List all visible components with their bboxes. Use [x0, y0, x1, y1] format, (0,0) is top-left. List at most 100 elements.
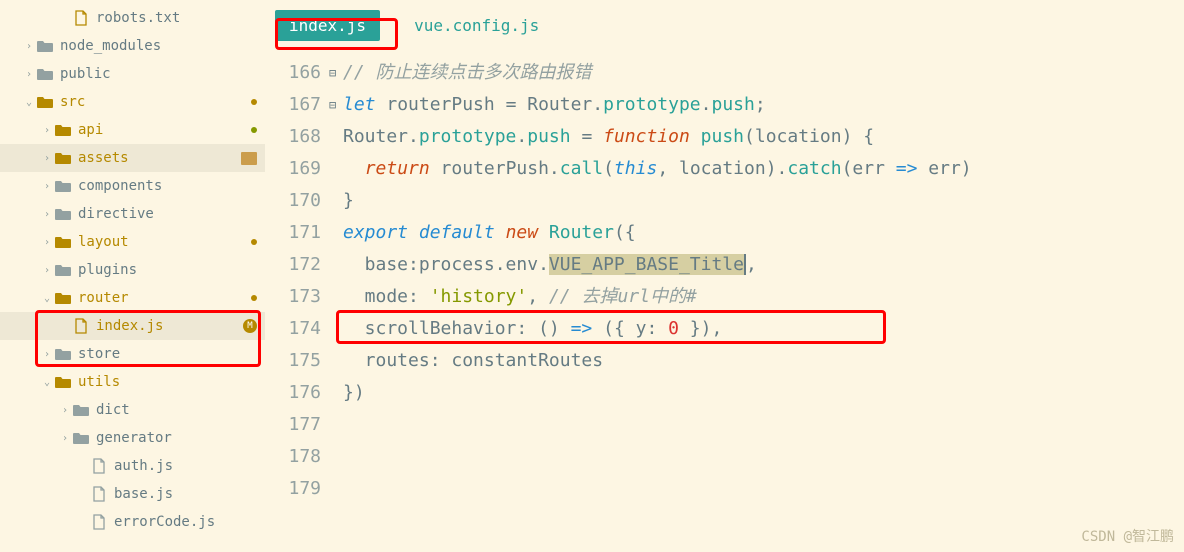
- modified-dot-icon: [251, 99, 257, 105]
- fold-marker-icon[interactable]: ⊟: [329, 57, 343, 89]
- chevron-icon[interactable]: ›: [22, 41, 36, 52]
- chevron-icon[interactable]: ›: [22, 69, 36, 80]
- tree-item-generator[interactable]: › generator: [0, 424, 265, 452]
- line-number: 176: [265, 377, 321, 409]
- folder-icon: [54, 289, 72, 307]
- line-number: 169: [265, 153, 321, 185]
- folder-icon: [36, 93, 54, 111]
- modified-dot-icon: [251, 239, 257, 245]
- line-number: 175: [265, 345, 321, 377]
- file-icon: [90, 485, 108, 503]
- file-icon: [90, 513, 108, 531]
- code-editor: index.js vue.config.js 16616716816917017…: [265, 0, 1184, 552]
- tree-label: assets: [78, 150, 241, 166]
- fold-column[interactable]: ⊟⊟: [329, 57, 343, 552]
- tree-item-dict[interactable]: ›dict: [0, 396, 265, 424]
- chevron-icon[interactable]: ⌄: [40, 293, 54, 304]
- tree-item-node-modules[interactable]: › node_modules: [0, 32, 265, 60]
- code-line: // 防止连续点击多次路由报错: [343, 57, 1184, 89]
- tree-item-router[interactable]: ⌄ router: [0, 284, 265, 312]
- folder-icon: [54, 233, 72, 251]
- file-icon: [72, 317, 90, 335]
- folder-icon: [54, 373, 72, 391]
- chevron-icon[interactable]: ›: [40, 209, 54, 220]
- code-line: scrollBehavior: () => ({ y: 0 }),: [343, 313, 1184, 345]
- folder-icon: [54, 205, 72, 223]
- code-line: Router.prototype.push = function push(lo…: [343, 121, 1184, 153]
- tree-item-utils[interactable]: ⌄ utils: [0, 368, 265, 396]
- chevron-icon[interactable]: ›: [40, 181, 54, 192]
- tree-item-components[interactable]: › components: [0, 172, 265, 200]
- chevron-icon[interactable]: ›: [40, 349, 54, 360]
- line-number: 167: [265, 89, 321, 121]
- line-number: 177: [265, 409, 321, 441]
- tab-active[interactable]: index.js: [275, 10, 380, 41]
- chevron-icon[interactable]: ›: [58, 405, 72, 416]
- chevron-icon[interactable]: ›: [40, 153, 54, 164]
- chevron-icon[interactable]: ›: [40, 125, 54, 136]
- modified-dot-icon: [251, 127, 257, 133]
- tree-label: node_modules: [60, 38, 257, 54]
- tree-item-errorcode-js[interactable]: errorCode.js: [0, 508, 265, 536]
- line-number: 174: [265, 313, 321, 345]
- tree-label: generator: [96, 430, 257, 446]
- file-icon: [90, 457, 108, 475]
- folder-icon: [72, 429, 90, 447]
- tree-item-api[interactable]: › api: [0, 116, 265, 144]
- tree-label: layout: [78, 234, 251, 250]
- tree-label: api: [78, 122, 251, 138]
- tree-item-base-js[interactable]: base.js: [0, 480, 265, 508]
- code-line: }: [343, 185, 1184, 217]
- modified-badge-icon: M: [243, 319, 257, 333]
- code-line: routes: constantRoutes: [343, 345, 1184, 377]
- tree-item-public[interactable]: ›public: [0, 60, 265, 88]
- line-gutter: 1661671681691701711721731741751761771781…: [265, 57, 329, 552]
- tree-label: utils: [78, 374, 257, 390]
- tree-item-layout[interactable]: › layout: [0, 228, 265, 256]
- line-number: 179: [265, 473, 321, 505]
- tree-label: components: [78, 178, 257, 194]
- tree-label: router: [78, 290, 251, 306]
- tree-item-assets[interactable]: › assets: [0, 144, 265, 172]
- code-area[interactable]: 1661671681691701711721731741751761771781…: [265, 41, 1184, 552]
- tree-item-plugins[interactable]: › plugins: [0, 256, 265, 284]
- tree-label: auth.js: [114, 458, 257, 474]
- tree-item-index-js[interactable]: index.jsM: [0, 312, 265, 340]
- folder-icon: [54, 149, 72, 167]
- chevron-icon[interactable]: ›: [40, 265, 54, 276]
- line-number: 166: [265, 57, 321, 89]
- tree-item-robots-txt[interactable]: robots.txt: [0, 4, 265, 32]
- editor-tabs: index.js vue.config.js: [265, 0, 1184, 41]
- tree-label: plugins: [78, 262, 257, 278]
- line-number: 168: [265, 121, 321, 153]
- folder-icon: [54, 345, 72, 363]
- tree-item-store[interactable]: › store: [0, 340, 265, 368]
- chevron-icon[interactable]: ›: [58, 433, 72, 444]
- chevron-icon[interactable]: ⌄: [22, 97, 36, 108]
- code-line: base:process.env.VUE_APP_BASE_Title,: [343, 249, 1184, 281]
- tree-label: index.js: [96, 318, 243, 334]
- line-number: 172: [265, 249, 321, 281]
- tree-item-auth-js[interactable]: auth.js: [0, 452, 265, 480]
- tree-label: errorCode.js: [114, 514, 257, 530]
- file-icon: [72, 9, 90, 27]
- folder-icon: [72, 401, 90, 419]
- tree-label: robots.txt: [96, 10, 257, 26]
- tree-item-directive[interactable]: ›directive: [0, 200, 265, 228]
- chevron-icon[interactable]: ›: [40, 237, 54, 248]
- tree-label: store: [78, 346, 257, 362]
- line-number: 178: [265, 441, 321, 473]
- tab-inactive[interactable]: vue.config.js: [400, 10, 553, 41]
- file-explorer[interactable]: robots.txt › node_modules ›public⌄src › api › a…: [0, 0, 265, 552]
- code-line: }): [343, 377, 1184, 409]
- tree-label: base.js: [114, 486, 257, 502]
- line-number: 173: [265, 281, 321, 313]
- chevron-icon[interactable]: ⌄: [40, 377, 54, 388]
- folder-icon: [54, 261, 72, 279]
- code-content[interactable]: // 防止连续点击多次路由报错let routerPush = Router.p…: [343, 57, 1184, 552]
- folder-icon: [36, 37, 54, 55]
- tree-item-src[interactable]: ⌄src: [0, 88, 265, 116]
- fold-marker-icon[interactable]: ⊟: [329, 89, 343, 121]
- code-line: let routerPush = Router.prototype.push;: [343, 89, 1184, 121]
- line-number: 171: [265, 217, 321, 249]
